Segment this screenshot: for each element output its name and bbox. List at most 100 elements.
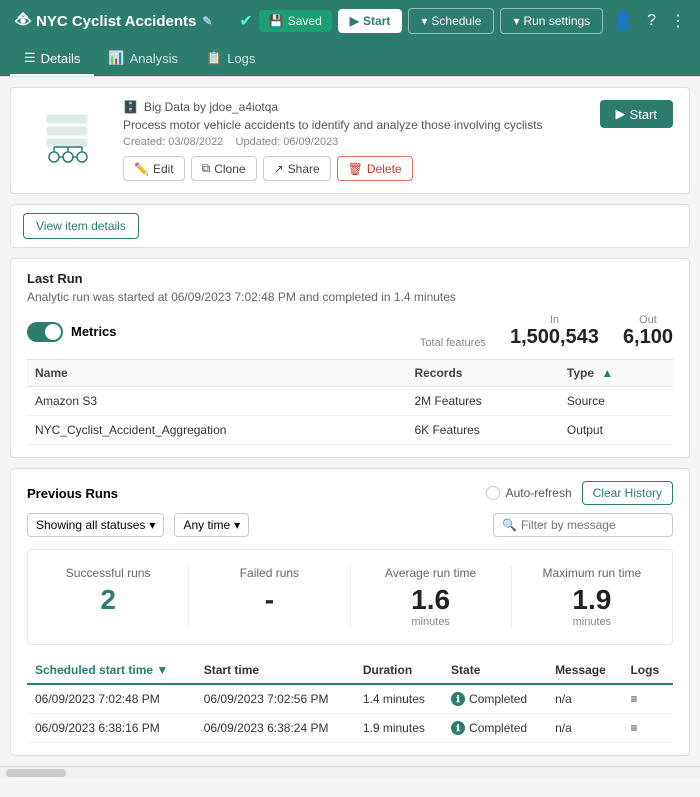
message-filter-input[interactable] [521, 518, 664, 532]
project-card: 🗄️ Big Data by jdoe_a4iotqa Process moto… [10, 87, 690, 194]
menu-icon-button[interactable]: ⋮ [666, 7, 690, 35]
avg-run-time-value: 1.6 [351, 584, 511, 616]
run-message: n/a [547, 714, 622, 743]
col-scheduled-start[interactable]: Scheduled start time ▼ [27, 657, 196, 684]
previous-runs-controls: Auto-refresh Clear History [486, 481, 673, 505]
out-value: 6,100 [623, 326, 673, 349]
top-bar-actions: 💾 Saved ▶ Start ▾ Schedule ▾ Run setting… [259, 7, 690, 35]
message-filter-search[interactable]: 🔍 [493, 513, 673, 537]
in-label: In [510, 314, 599, 326]
max-run-time-label: Maximum run time [512, 566, 672, 580]
project-start-button[interactable]: ▶ Start [600, 100, 673, 128]
main-content: 🗄️ Big Data by jdoe_a4iotqa Process moto… [0, 87, 700, 778]
col-duration[interactable]: Duration [355, 657, 443, 684]
avg-run-time-unit: minutes [351, 616, 511, 628]
tab-logs[interactable]: 📋 Logs [192, 42, 269, 76]
view-details-button[interactable]: View item details [23, 213, 139, 239]
start-button[interactable]: ▶ Start [338, 9, 403, 33]
logs-tab-icon: 📋 [206, 50, 222, 66]
schedule-button[interactable]: ▾ Schedule [408, 8, 494, 34]
status-dropdown-icon: ▾ [149, 518, 155, 532]
project-description: Process motor vehicle accidents to ident… [123, 118, 584, 132]
status-filter[interactable]: Showing all statuses ▾ [27, 513, 164, 537]
run-logs[interactable]: ≡ [622, 714, 673, 743]
run-state: ℹ Completed [443, 714, 547, 743]
share-button[interactable]: ↗ Share [263, 156, 331, 181]
max-run-time-stat: Maximum run time 1.9 minutes [512, 566, 672, 628]
run-logs[interactable]: ≡ [622, 684, 673, 714]
row-type: Output [559, 416, 673, 445]
tab-analysis[interactable]: 📊 Analysis [94, 42, 192, 76]
metrics-left: Metrics [27, 322, 117, 342]
run-state: ℹ Completed [443, 684, 547, 714]
successful-runs-value: 2 [28, 584, 188, 616]
in-value: 1,500,543 [510, 326, 599, 349]
run-row: 06/09/2023 6:38:16 PM 06/09/2023 6:38:24… [27, 714, 673, 743]
total-features-label: Total features [420, 337, 486, 349]
col-start-time[interactable]: Start time [196, 657, 355, 684]
user-icon-button[interactable]: 👤 [609, 7, 637, 35]
save-icon: 💾 [269, 14, 284, 28]
row-records: 2M Features [406, 387, 558, 416]
saved-status: 💾 Saved [259, 10, 332, 32]
failed-runs-stat: Failed runs - [189, 566, 350, 628]
tab-details[interactable]: ☰ Details [10, 42, 94, 76]
table-row: NYC_Cyclist_Accident_Aggregation 6K Feat… [27, 416, 673, 445]
project-meta: Created: 03/08/2022 Updated: 06/09/2023 [123, 136, 584, 148]
avg-run-time-label: Average run time [351, 566, 511, 580]
out-metric: Out 6,100 [623, 314, 673, 349]
title-edit-icon[interactable]: ✎ [202, 14, 212, 28]
filter-row: Showing all statuses ▾ Any time ▾ 🔍 [27, 513, 673, 537]
failed-runs-label: Failed runs [189, 566, 349, 580]
clone-icon: ⧉ [202, 161, 211, 176]
clear-history-button[interactable]: Clear History [582, 481, 673, 505]
time-dropdown-icon: ▾ [234, 518, 240, 532]
scroll-thumb[interactable] [6, 769, 66, 777]
edit-button[interactable]: ✏️ Edit [123, 156, 185, 181]
max-run-time-value: 1.9 [512, 584, 672, 616]
share-icon: ↗ [274, 162, 284, 176]
last-run-section: Last Run Analytic run was started at 06/… [10, 258, 690, 458]
help-icon-button[interactable]: ? [643, 8, 660, 34]
logs-list-icon[interactable]: ≡ [630, 721, 637, 735]
col-state[interactable]: State [443, 657, 547, 684]
run-start-time: 06/09/2023 6:38:24 PM [196, 714, 355, 743]
previous-runs-section: Previous Runs Auto-refresh Clear History… [10, 468, 690, 756]
status-filter-label: Showing all statuses [36, 518, 145, 532]
last-run-table: Name Records Type ▲ Amazon S3 2M Feature… [27, 359, 673, 445]
status-check-icon: ✔ [239, 11, 252, 31]
last-run-subtitle: Analytic run was started at 06/09/2023 7… [27, 290, 673, 304]
logs-list-icon[interactable]: ≡ [630, 692, 637, 706]
row-records: 6K Features [406, 416, 558, 445]
successful-runs-label: Successful runs [28, 566, 188, 580]
delete-button[interactable]: 🗑 Delete [337, 156, 413, 181]
metrics-row: Metrics Total features In 1,500,543 Out … [27, 314, 673, 349]
project-info: 🗄️ Big Data by jdoe_a4iotqa Process moto… [123, 100, 584, 181]
col-name: Name [27, 360, 406, 387]
horizontal-scrollbar[interactable] [0, 766, 700, 778]
out-label: Out [623, 314, 673, 326]
run-settings-button[interactable]: ▾ Run settings [500, 8, 603, 34]
row-name: NYC_Cyclist_Accident_Aggregation [27, 416, 406, 445]
action-buttons: ✏️ Edit ⧉ Clone ↗ Share 🗑 Delete [123, 156, 584, 181]
col-type[interactable]: Type ▲ [559, 360, 673, 387]
metrics-toggle[interactable] [27, 322, 63, 342]
sort-down-icon: ▼ [156, 663, 168, 677]
row-name: Amazon S3 [27, 387, 406, 416]
run-settings-icon: ▾ [513, 14, 519, 28]
total-features-metric: Total features [420, 337, 486, 349]
clone-button[interactable]: ⧉ Clone [191, 156, 257, 181]
row-type: Source [559, 387, 673, 416]
col-logs[interactable]: Logs [622, 657, 673, 684]
schedule-icon: ▾ [421, 14, 427, 28]
run-start-time: 06/09/2023 7:02:56 PM [196, 684, 355, 714]
metrics-right: Total features In 1,500,543 Out 6,100 [420, 314, 673, 349]
time-filter[interactable]: Any time ▾ [174, 513, 249, 537]
previous-runs-title: Previous Runs [27, 486, 118, 501]
auto-refresh-radio[interactable] [486, 486, 500, 500]
col-message[interactable]: Message [547, 657, 622, 684]
top-bar: NYC Cyclist Accidents ✎ ✔ 💾 Saved ▶ Star… [0, 0, 700, 42]
auto-refresh-control: Auto-refresh [486, 486, 572, 500]
stats-row: Successful runs 2 Failed runs - Average … [27, 549, 673, 645]
owner-icon: 🗄️ [123, 100, 138, 114]
